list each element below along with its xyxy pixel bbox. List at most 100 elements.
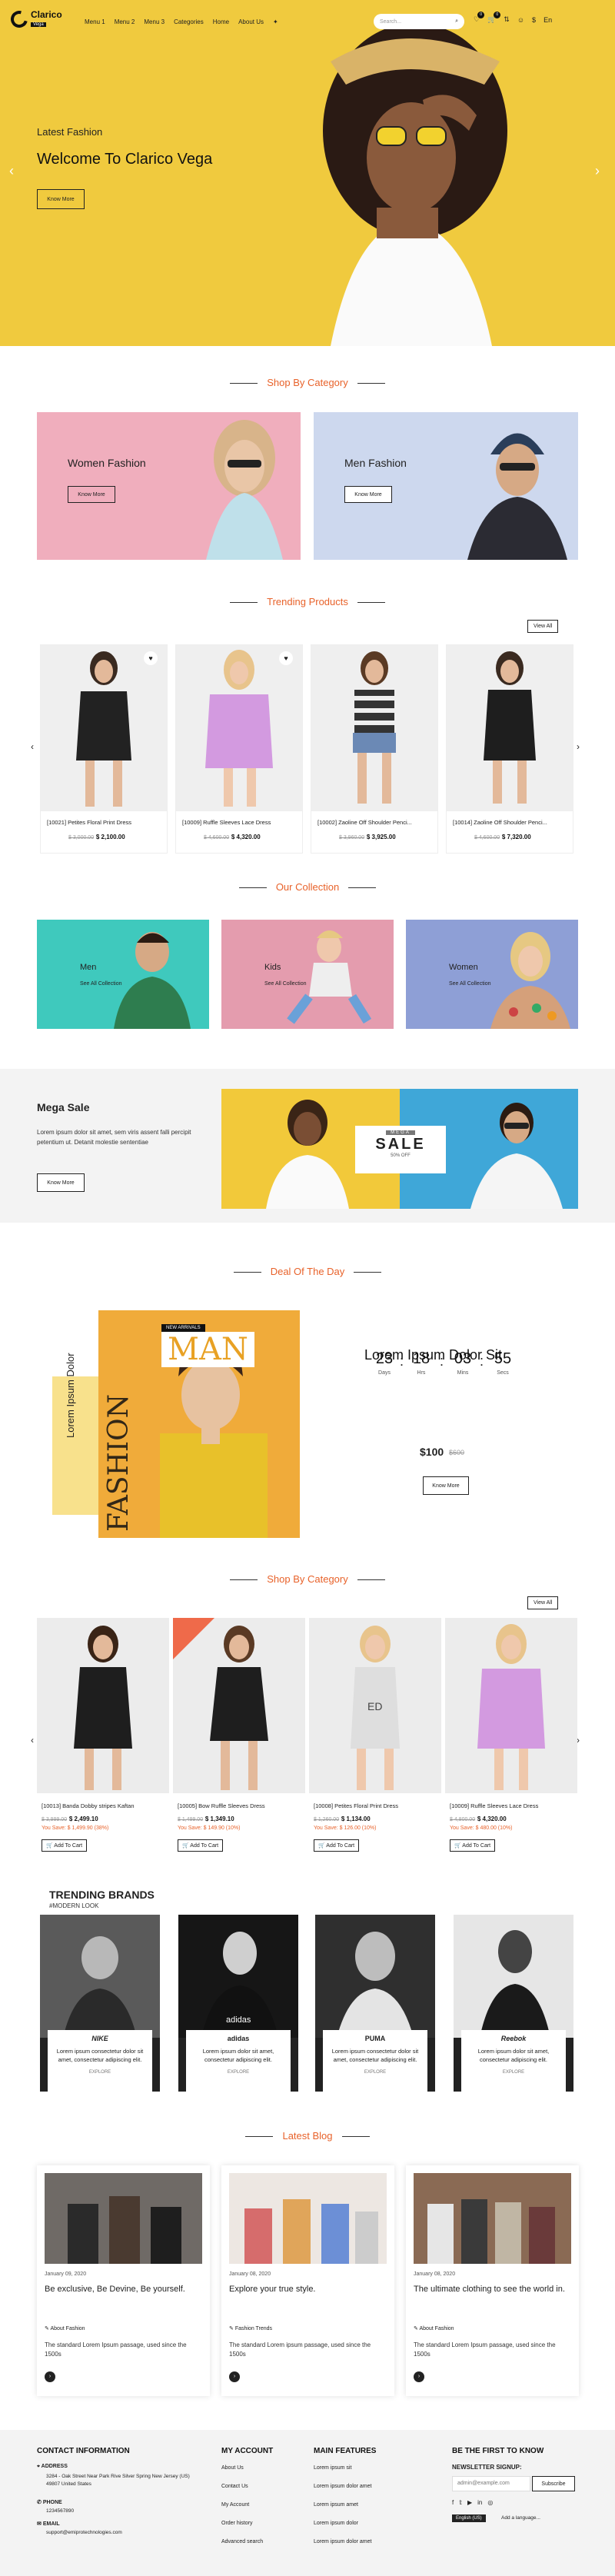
trending-view-all-button[interactable]: View All [527,620,559,633]
product-name[interactable]: [10002] Zaoline Off Shoulder Penci... [317,819,433,826]
nav-about-us[interactable]: About Us [238,18,264,25]
hero-prev-arrow-icon[interactable]: ‹ [9,163,14,179]
product-image[interactable] [41,645,167,811]
wishlist-icon[interactable]: ♡ 0 [474,12,485,24]
brand-card[interactable]: NIKE Lorem ipsum consectetur dolor sit a… [40,1915,160,2092]
blog-post-title[interactable]: Explore your true style. [229,2284,383,2295]
footer-feature-link[interactable]: Lorem ipsum dolor amet [314,2539,371,2544]
product-card[interactable]: ♥ [10009] Ruffle Sleeves Lace Dress $ 4,… [175,644,303,854]
product-card[interactable]: ED [10008] Petites Floral Print Dress $ … [309,1618,441,1864]
footer-phone[interactable]: 1234567890 [46,2508,74,2514]
nav-more-icon[interactable]: ✦ [273,18,278,25]
language-selector[interactable]: English (US) [452,2514,486,2522]
blog-post-title[interactable]: The ultimate clothing to see the world i… [414,2284,567,2295]
women-fashion-tile[interactable]: Women Fashion Know More [37,412,301,560]
currency-select[interactable]: $ [532,16,536,24]
product-name[interactable]: [10008] Petites Floral Print Dress [314,1802,437,1809]
footer-feature-link[interactable]: Lorem ipsum amet [314,2502,358,2508]
blog-image[interactable] [414,2173,571,2264]
product-name[interactable]: [10013] Banda Dobby stripes Kaftan [42,1802,165,1809]
collection-women-link[interactable]: See All Collection [449,981,490,987]
mega-sale-know-more-button[interactable]: Know More [37,1173,85,1192]
newsletter-email-input[interactable]: admin@example.com [452,2476,530,2491]
brand-card[interactable]: PUMA Lorem ipsum consectetur dolor sit a… [315,1915,435,2092]
nav-menu-3[interactable]: Menu 3 [144,18,165,25]
women-fashion-button[interactable]: Know More [68,486,115,503]
category-view-all-button[interactable]: View All [527,1596,559,1609]
brand-explore-link[interactable]: EXPLORE [186,2070,291,2075]
collection-kids-link[interactable]: See All Collection [264,981,306,987]
wishlist-heart-icon[interactable]: ♥ [144,651,158,665]
footer-link-about-us[interactable]: About Us [221,2465,244,2471]
blog-post-title[interactable]: Be exclusive, Be Devine, Be yourself. [45,2284,198,2295]
add-to-cart-button[interactable]: 🛒 Add To Cart [42,1839,88,1852]
footer-link-contact-us[interactable]: Contact Us [221,2484,248,2489]
hero-know-more-button[interactable]: Know More [37,189,85,209]
product-card[interactable]: [10014] Zaoline Off Shoulder Penci... $ … [446,644,573,854]
collection-kids-tile[interactable]: Kids See All Collection [221,920,394,1029]
product-image[interactable] [445,1618,577,1793]
product-image[interactable] [447,645,573,811]
cart-icon[interactable]: 🛒 0 [487,12,501,24]
compare-icon[interactable]: ⇅ [504,15,510,24]
nav-menu-1[interactable]: Menu 1 [85,18,105,25]
blog-category[interactable]: ✎ About Fashion [414,2325,454,2331]
footer-feature-link[interactable]: Lorem ipsum dolor [314,2521,358,2526]
brand-card[interactable]: adidas adidas Lorem ipsum dolor sit amet… [178,1915,298,2092]
product-image[interactable] [176,645,302,811]
product-image[interactable] [37,1618,169,1793]
blog-category[interactable]: ✎ About Fashion [45,2325,85,2331]
nav-categories[interactable]: Categories [174,18,204,25]
product-card[interactable]: [10009] Ruffle Sleeves Lace Dress $ 4,80… [445,1618,577,1864]
user-icon[interactable]: ☺ [517,16,524,24]
footer-link-order-history[interactable]: Order history [221,2521,252,2526]
collection-men-tile[interactable]: Men See All Collection [37,920,209,1029]
subscribe-button[interactable]: Subscribe [532,2476,575,2491]
category-prev-arrow-icon[interactable]: ‹ [31,1735,34,1746]
collection-men-link[interactable]: See All Collection [80,981,121,987]
brand-explore-link[interactable]: EXPLORE [461,2070,566,2075]
blog-read-more-icon[interactable]: › [414,2371,424,2382]
product-name[interactable]: [10009] Ruffle Sleeves Lace Dress [182,819,298,826]
men-fashion-tile[interactable]: Men Fashion Know More [314,412,578,560]
trending-prev-arrow-icon[interactable]: ‹ [31,741,34,752]
brand-explore-link[interactable]: EXPLORE [48,2070,152,2075]
product-image[interactable] [311,645,437,811]
product-card[interactable]: [10002] Zaoline Off Shoulder Penci... $ … [311,644,438,854]
footer-feature-link[interactable]: Lorem ipsum sit [314,2465,351,2471]
men-fashion-button[interactable]: Know More [344,486,392,503]
language-select[interactable]: En [544,16,552,24]
youtube-icon[interactable]: ▶ [467,2499,472,2506]
nav-home[interactable]: Home [213,18,229,25]
product-name[interactable]: [10005] Bow Ruffle Sleeves Dress [178,1802,301,1809]
search-icon[interactable]: ⌕ [455,18,458,25]
blog-read-more-icon[interactable]: › [45,2371,55,2382]
brand-card[interactable]: Reebok Lorem ipsum dolor sit amet, conse… [454,1915,573,2092]
footer-email[interactable]: support@emiprotechnologies.com [46,2530,122,2535]
add-to-cart-button[interactable]: 🛒 Add To Cart [314,1839,360,1852]
footer-feature-link[interactable]: Lorem ipsum dolor amet [314,2484,371,2489]
add-language-link[interactable]: Add a language... [501,2515,540,2521]
blog-read-more-icon[interactable]: › [229,2371,240,2382]
product-image[interactable] [173,1618,305,1793]
trending-next-arrow-icon[interactable]: › [577,741,580,752]
wishlist-heart-icon[interactable]: ♥ [279,651,293,665]
twitter-icon[interactable]: 𝕥 [459,2499,462,2506]
add-to-cart-button[interactable]: 🛒 Add To Cart [450,1839,496,1852]
footer-link-my-account[interactable]: My Account [221,2502,249,2508]
blog-card[interactable]: January 08, 2020 Explore your true style… [221,2165,394,2396]
product-name[interactable]: [10021] Petites Floral Print Dress [47,819,162,826]
product-image[interactable]: ED [309,1618,441,1793]
instagram-icon[interactable]: ◎ [487,2499,493,2506]
add-to-cart-button[interactable]: 🛒 Add To Cart [178,1839,224,1852]
hero-next-arrow-icon[interactable]: › [595,163,600,179]
product-name[interactable]: [10009] Ruffle Sleeves Lace Dress [450,1802,573,1809]
product-card[interactable]: ♥ [10021] Petites Floral Print Dress $ 3… [40,644,168,854]
search-input[interactable]: Search... ⌕ [374,14,464,29]
collection-women-tile[interactable]: Women See All Collection [406,920,578,1029]
blog-card[interactable]: January 09, 2020 Be exclusive, Be Devine… [37,2165,210,2396]
linkedin-icon[interactable]: in [477,2499,482,2506]
blog-image[interactable] [45,2173,202,2264]
product-name[interactable]: [10014] Zaoline Off Shoulder Penci... [453,819,568,826]
deal-know-more-button[interactable]: Know More [423,1476,469,1495]
